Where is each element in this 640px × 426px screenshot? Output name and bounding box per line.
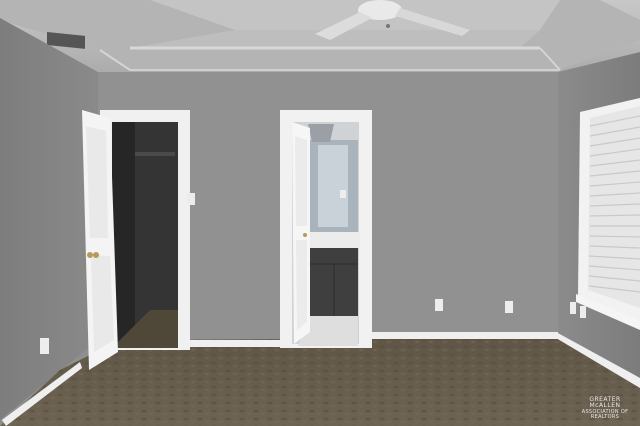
watermark-line-2: ASSOCIATION OF REALTORS — [581, 409, 629, 420]
window-with-blinds — [576, 98, 640, 330]
ceiling — [0, 0, 640, 80]
light-switch — [187, 193, 195, 205]
room-photo — [0, 0, 640, 426]
watermark-line-1: GREATER McALLEN — [589, 396, 621, 409]
bathroom-door — [292, 122, 310, 344]
watermark-logo: GREATER McALLEN ASSOCIATION OF REALTORS — [574, 397, 636, 420]
door-knob — [87, 252, 93, 258]
